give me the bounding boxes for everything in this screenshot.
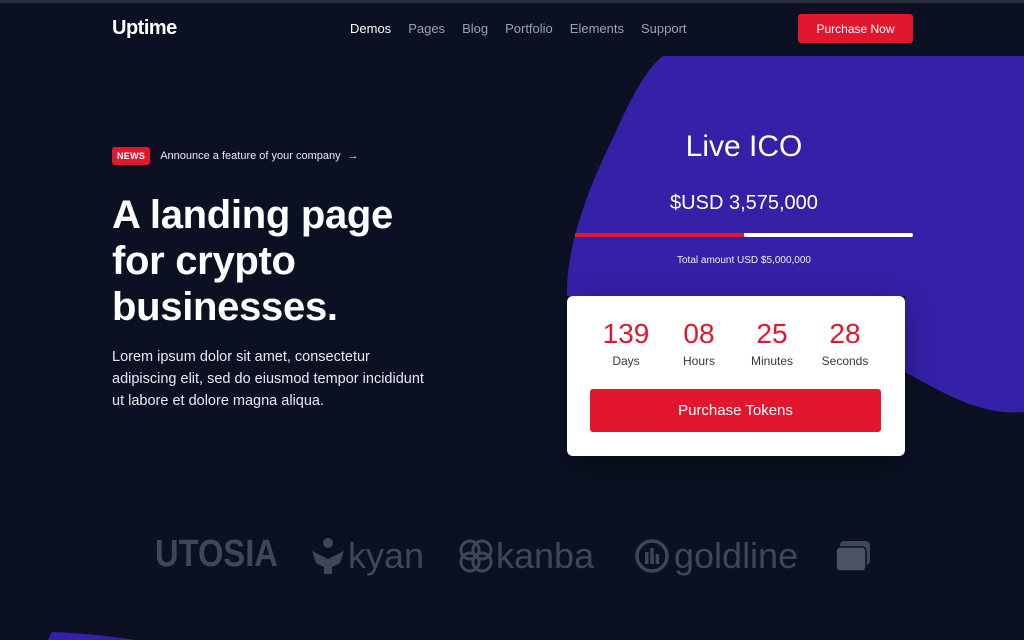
ico-title: Live ICO: [685, 130, 803, 163]
goldline-mark-icon: [635, 539, 669, 573]
hours-label: Hours: [682, 354, 715, 368]
countdown-seconds: 28 Seconds: [805, 318, 885, 368]
nav-item-support[interactable]: Support: [641, 21, 687, 36]
news-badge: NEWS: [112, 147, 151, 165]
logo-kanba: kanba: [458, 535, 594, 577]
arrow-right-icon: →: [347, 150, 359, 162]
purchase-now-button[interactable]: Purchase Now: [798, 14, 913, 43]
logo-partial: [834, 539, 872, 573]
headline-line: for crypto: [112, 239, 296, 283]
news-announcement[interactable]: NEWS Announce a feature of your company …: [112, 147, 359, 165]
hero-headline: A landing page for crypto businesses.: [112, 192, 532, 330]
headline-line: businesses.: [112, 285, 338, 329]
hero-description: Lorem ipsum dolor sit amet, consectetur …: [112, 349, 424, 409]
countdown-days: 139 Days: [586, 318, 666, 368]
logo-utosia: UTOSIA: [155, 533, 278, 575]
goldline-wordmark: goldline: [674, 535, 799, 576]
days-value: 139: [602, 318, 650, 349]
ico-progress-bar: [575, 233, 913, 237]
brand-logo[interactable]: Uptime: [112, 17, 177, 40]
purchase-tokens-button[interactable]: Purchase Tokens: [590, 389, 881, 432]
ico-total-amount: Total amount USD $5,000,000: [677, 255, 811, 266]
kanba-wordmark: kanba: [496, 535, 595, 576]
nav-item-demos[interactable]: Demos: [350, 21, 391, 36]
days-label: Days: [612, 354, 640, 368]
minutes-label: Minutes: [750, 354, 794, 368]
nav-item-blog[interactable]: Blog: [462, 21, 488, 36]
countdown-card: 139 Days 08 Hours 25 Minutes 28 Seconds …: [567, 296, 905, 456]
ico-raised-amount: $USD 3,575,000: [670, 192, 818, 214]
nav-item-elements[interactable]: Elements: [570, 21, 624, 36]
kanba-mark-icon: [459, 539, 493, 573]
main-nav: Demos Pages Blog Portfolio Elements Supp…: [350, 21, 687, 36]
partial-logo-icon: [835, 541, 870, 572]
seconds-label: Seconds: [821, 354, 869, 368]
nav-item-pages[interactable]: Pages: [408, 21, 445, 36]
minutes-value: 25: [756, 318, 788, 349]
kyan-mark-icon: [312, 538, 344, 574]
kyan-wordmark: kyan: [348, 535, 425, 576]
seconds-value: 28: [829, 318, 861, 349]
hours-value: 08: [683, 318, 715, 349]
countdown-minutes: 25 Minutes: [732, 318, 812, 368]
news-text[interactable]: Announce a feature of your company: [160, 150, 340, 162]
logo-kyan: kyan: [310, 535, 424, 577]
headline-line: A landing page: [112, 193, 393, 237]
logo-goldline: goldline: [634, 535, 798, 577]
countdown-hours: 08 Hours: [659, 318, 739, 368]
ico-progress-fill: [575, 233, 744, 237]
nav-item-portfolio[interactable]: Portfolio: [505, 21, 553, 36]
